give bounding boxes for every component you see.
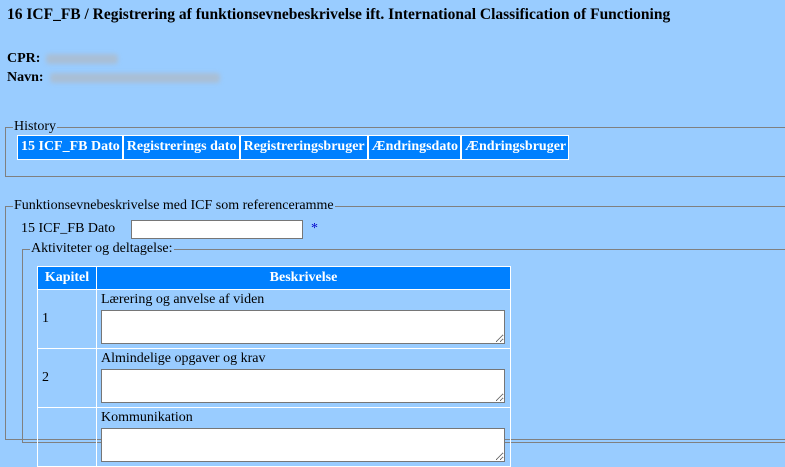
history-col-registreringsbruger[interactable]: Registreringsbruger [239,135,368,160]
history-col-aendringsdato[interactable]: Ændringsdato [367,135,461,160]
icf-dato-input[interactable] [131,220,303,239]
cpr-row: CPR: [7,51,119,67]
history-col-aendringsbruger[interactable]: Ændringsbruger [461,135,570,160]
kapitel-cell [37,407,97,467]
kapitel-cell: 2 [37,348,97,408]
navn-row: Navn: [7,70,220,86]
aktiviteter-table: Kapitel Beskrivelse 1 Lærering og anvels… [37,266,511,467]
beskrivelse-label: Lærering og anvelse af viden [101,292,265,307]
kapitel-cell: 1 [37,289,97,349]
cpr-value-redacted [46,53,119,64]
beskrivelse-textarea[interactable] [101,369,505,403]
icf-dato-label: 15 ICF_FB Dato [21,221,116,236]
beskrivelse-label: Kommunikation [101,410,193,425]
beskrivelse-header: Beskrivelse [96,266,511,290]
table-row: Kommunikation [37,407,511,467]
history-table: 15 ICF_FB Dato Registrerings dato Regist… [17,135,570,160]
aktiviteter-header-row: Kapitel Beskrivelse [37,266,511,290]
table-row: 2 Almindelige opgaver og krav [37,348,511,408]
beskrivelse-textarea[interactable] [101,428,505,462]
kapitel-header: Kapitel [37,266,97,290]
history-col-icf-dato[interactable]: 15 ICF_FB Dato [17,135,123,160]
history-col-registrerings-dato[interactable]: Registrerings dato [122,135,240,160]
beskrivelse-cell: Lærering og anvelse af viden [96,289,511,349]
aktiviteter-legend: Aktiviteter og deltagelse: [31,241,173,256]
beskrivelse-cell: Almindelige opgaver og krav [96,348,511,408]
beskrivelse-textarea[interactable] [101,310,505,344]
beskrivelse-label: Almindelige opgaver og krav [101,351,266,366]
table-row: 1 Lærering og anvelse af viden [37,289,511,349]
navn-value-redacted [49,72,220,83]
cpr-label: CPR: [7,51,41,66]
required-marker: * [311,221,318,236]
history-legend: History [14,119,56,134]
page-title: 16 ICF_FB / Registrering af funktionsevn… [7,6,671,23]
beskrivelse-cell: Kommunikation [96,407,511,467]
navn-label: Navn: [7,70,44,85]
funktion-legend: Funktionsevnebeskrivelse med ICF som ref… [14,198,334,213]
